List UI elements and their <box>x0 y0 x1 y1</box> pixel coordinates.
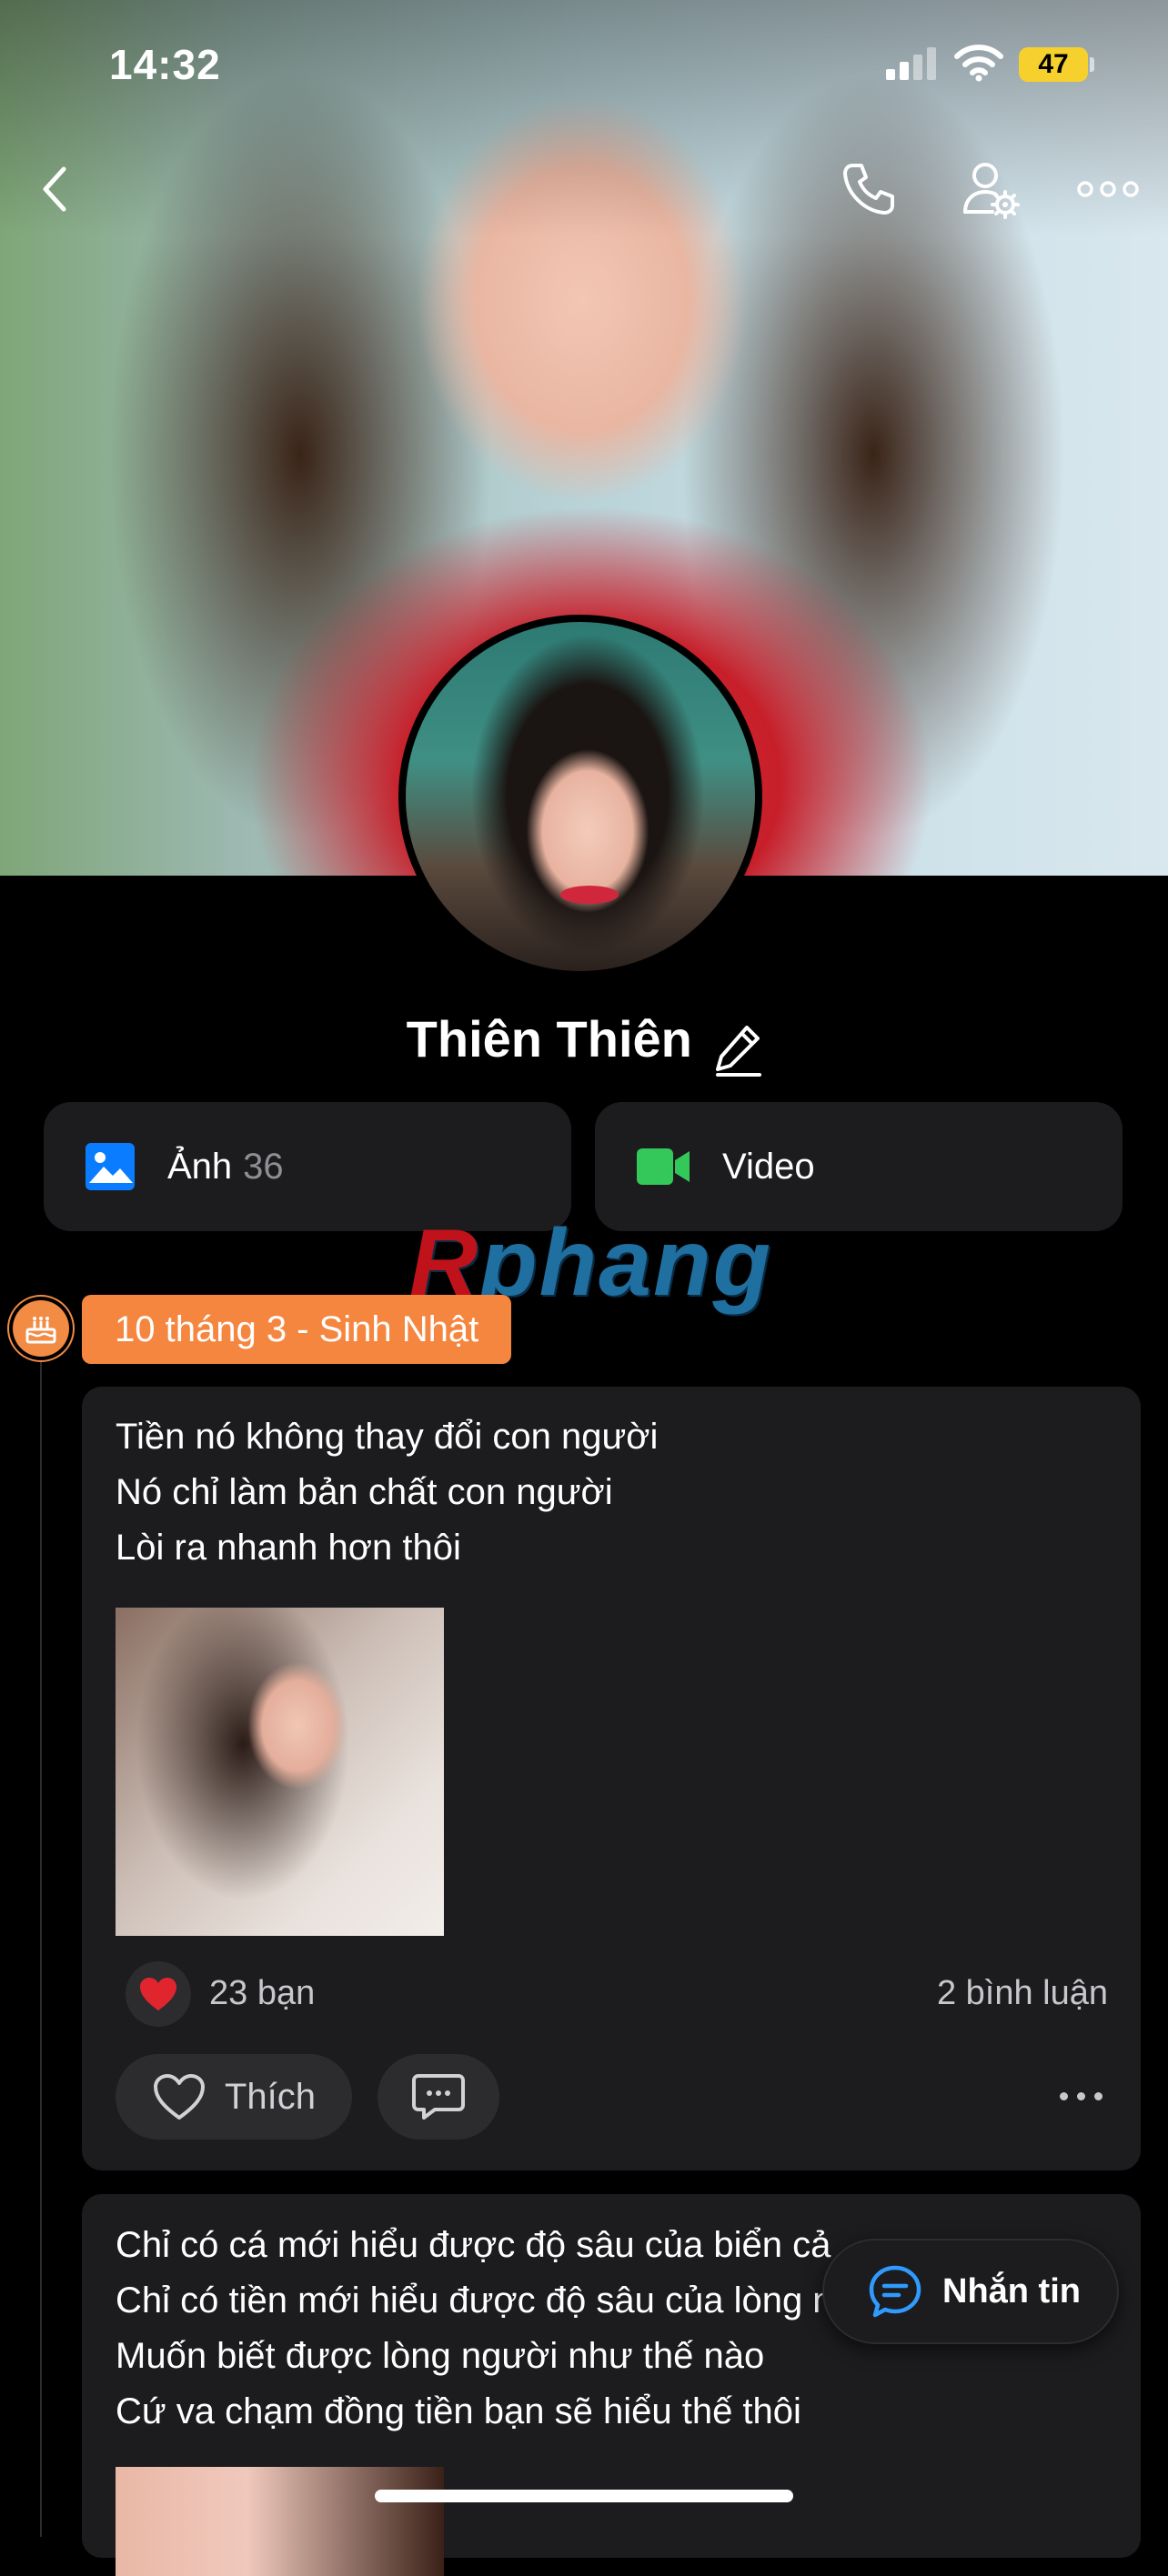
like-label: Thích <box>225 2076 317 2117</box>
status-time: 14:32 <box>109 41 221 88</box>
post-text: Tiền nó không thay đổi con người Nó chỉ … <box>116 1417 659 1568</box>
comment-button[interactable] <box>378 2054 499 2140</box>
profile-name-row: Thiên Thiên <box>0 1009 1168 1081</box>
video-camera-icon <box>637 1148 690 1185</box>
back-button[interactable] <box>18 153 91 226</box>
chat-icon <box>869 2265 921 2318</box>
dot-icon <box>1060 2092 1068 2100</box>
profile-settings-button[interactable] <box>953 153 1026 226</box>
profile-name: Thiên Thiên <box>406 1010 692 1067</box>
comment-count[interactable]: 2 bình luận <box>937 1974 1108 2013</box>
more-button[interactable] <box>1072 153 1144 226</box>
pencil-icon <box>716 1026 762 1078</box>
signal-icon <box>886 47 936 80</box>
post-text: Chỉ có cá mới hiểu được độ sâu của biển … <box>116 2225 910 2431</box>
video-label: Video <box>722 1146 815 1187</box>
reaction-count[interactable]: 23 bạn <box>209 1974 315 2013</box>
call-button[interactable] <box>832 153 905 226</box>
wifi-icon <box>954 45 1003 82</box>
avatar[interactable] <box>398 615 762 978</box>
reaction-row: 23 bạn 2 bình luận <box>126 1961 1108 2027</box>
message-button[interactable]: Nhắn tin <box>822 2239 1119 2344</box>
cake-icon <box>25 1317 56 1344</box>
post-photo[interactable] <box>116 2467 444 2576</box>
phone-icon <box>843 164 894 215</box>
photos-label: Ảnh <box>167 1146 233 1187</box>
message-label: Nhắn tin <box>942 2271 1081 2310</box>
edit-name-button[interactable] <box>714 1024 762 1081</box>
timeline-line <box>40 1355 42 2537</box>
user-settings-icon <box>963 163 1020 219</box>
post-card[interactable]: Tiền nó không thay đổi con người Nó chỉ … <box>82 1387 1141 2170</box>
more-icon <box>1077 181 1139 197</box>
like-button[interactable]: Thích <box>116 2054 352 2140</box>
dot-icon <box>1077 2092 1085 2100</box>
heart-outline-icon <box>154 2074 205 2120</box>
battery-tip <box>1090 57 1094 72</box>
photos-count: 36 <box>243 1146 284 1187</box>
heart-icon <box>140 1978 176 2010</box>
birthday-marker <box>13 1300 69 1357</box>
chevron-left-icon <box>43 166 66 212</box>
home-indicator[interactable] <box>375 2490 793 2502</box>
reaction-badge[interactable] <box>126 1961 191 2027</box>
dot-icon <box>1094 2092 1103 2100</box>
comment-icon <box>412 2074 465 2120</box>
post-more-button[interactable] <box>1060 2092 1103 2100</box>
avatar-detail <box>560 886 619 904</box>
birthday-tag: 10 tháng 3 - Sinh Nhật <box>82 1295 512 1364</box>
photos-label-group: Ảnh 36 <box>167 1147 284 1188</box>
battery-indicator: 47 <box>1019 47 1088 82</box>
post-photo[interactable] <box>116 1608 444 1936</box>
image-icon <box>86 1143 135 1190</box>
